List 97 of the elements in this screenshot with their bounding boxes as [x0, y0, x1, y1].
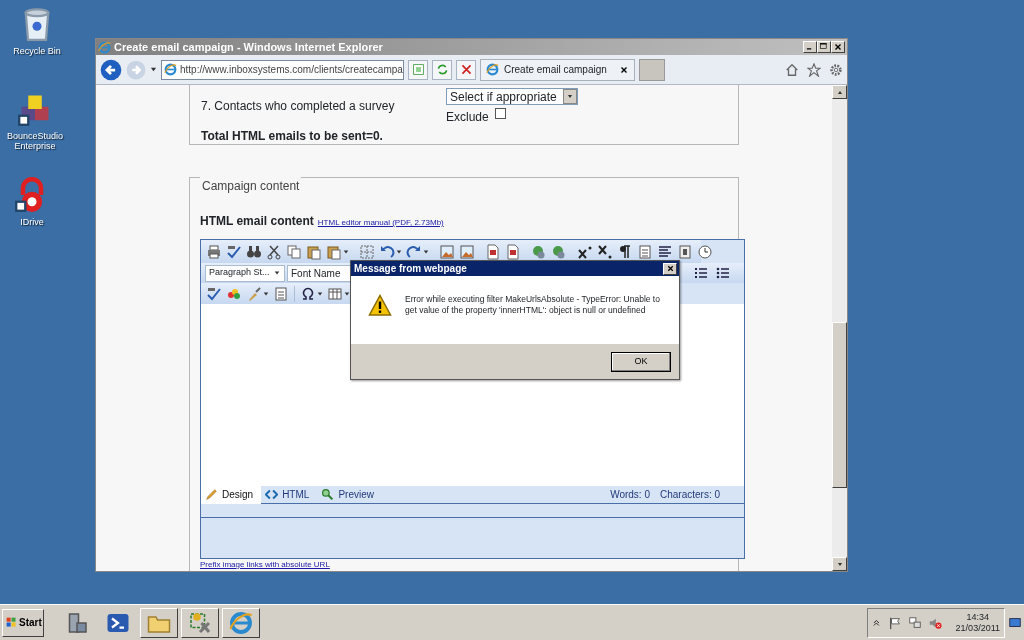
paste-special-icon	[326, 243, 342, 260]
form-button[interactable]	[636, 242, 654, 261]
manual-link[interactable]: HTML editor manual (PDF, 2.73Mb)	[317, 217, 444, 229]
browser-logo-button[interactable]	[222, 607, 260, 638]
bulleted-list-icon	[715, 265, 731, 281]
address-bar[interactable]: http://www.inboxsystems.com/clients/createcampa	[161, 59, 404, 80]
tools-icon	[188, 610, 212, 635]
print-icon	[206, 243, 222, 260]
favorites-icon[interactable]	[807, 62, 821, 77]
close-icon	[833, 42, 843, 52]
address-text: http://www.inboxsystems.com/clients/createcampa	[180, 63, 403, 77]
page-icon	[486, 63, 499, 76]
select-all-button[interactable]	[358, 242, 376, 261]
undo-icon	[379, 243, 395, 260]
minimize-button[interactable]	[803, 41, 817, 53]
table-icon	[327, 285, 343, 302]
spellcheck-icon	[226, 243, 242, 260]
mode-tab[interactable]: HTML	[261, 485, 318, 504]
window-title: Create email campaign - Windows Internet Explorer	[114, 39, 383, 55]
tab-label: Create email campaign	[504, 63, 607, 77]
start-button[interactable]: Start	[2, 608, 44, 637]
date-time-icon	[697, 243, 713, 260]
refresh-icon	[435, 63, 449, 76]
select-value: Select if appropriate	[450, 88, 557, 106]
align-icon	[657, 243, 673, 260]
back-button[interactable]	[100, 58, 122, 81]
scroll-down-icon	[836, 560, 843, 568]
magnifier-icon	[321, 488, 335, 501]
caret-icon[interactable]	[150, 65, 157, 74]
settings-icon[interactable]	[829, 62, 843, 77]
folder-button[interactable]	[140, 607, 178, 638]
character-count: Characters: 0	[659, 488, 720, 502]
find-icon	[246, 243, 262, 260]
browser-logo-icon	[229, 610, 253, 635]
caret-icon	[567, 93, 573, 100]
page-icon	[164, 63, 177, 76]
show-desktop-icon[interactable]	[1008, 615, 1022, 630]
dialog-message: Error while executing filter MakeUrlsAbsolute - TypeError: Unable to get value of the property 'innerHTML': object is null or undefined	[405, 294, 661, 317]
paste-text-icon	[273, 285, 289, 302]
total-text: Total HTML emails to be sent=0.	[201, 128, 384, 145]
redo-icon	[406, 243, 422, 260]
pencil-icon	[205, 488, 218, 501]
browser-tab[interactable]: Create email campaign	[480, 58, 635, 81]
close-button[interactable]	[831, 41, 845, 53]
ok-button[interactable]: OK	[611, 351, 671, 372]
maximize-button[interactable]	[817, 41, 831, 53]
refresh-button[interactable]	[432, 59, 452, 80]
home-icon[interactable]	[785, 62, 799, 77]
browser-logo-icon	[98, 40, 111, 54]
special-character-icon	[300, 285, 316, 302]
close-button[interactable]	[663, 262, 677, 275]
compatibility-view-button[interactable]	[408, 59, 428, 80]
section-heading: HTML email content	[200, 213, 314, 230]
format-painter-icon	[246, 285, 262, 302]
paste-text-button[interactable]	[272, 284, 290, 303]
select-all-icon	[359, 243, 375, 260]
select-dropdown[interactable]: Select if appropriate	[446, 88, 578, 105]
network-icon[interactable]	[907, 615, 922, 630]
scroll-thumb[interactable]	[832, 322, 847, 488]
flag-icon[interactable]	[887, 615, 902, 630]
cut-icon	[266, 243, 282, 260]
checkbox-label: Exclude	[446, 109, 489, 126]
desktop-icon-label[interactable]: BounceStudio Enterprise	[3, 131, 67, 152]
subscript-icon	[597, 243, 613, 260]
close-icon	[665, 264, 675, 273]
prefix-link[interactable]: Prefix image links with absolute URL	[200, 559, 738, 571]
maximize-icon	[819, 42, 829, 52]
scrollbar[interactable]	[832, 85, 847, 571]
image-button[interactable]	[438, 242, 456, 261]
paragraph-icon	[617, 243, 633, 260]
paste-icon	[306, 243, 322, 260]
windows-logo-icon	[5, 616, 18, 629]
checkbox[interactable]	[494, 108, 506, 119]
stop-icon	[459, 63, 473, 76]
numbered-list-icon	[693, 265, 709, 281]
clock-date[interactable]: 21/03/2011	[955, 622, 1000, 634]
stop-button[interactable]	[456, 59, 476, 80]
print-button[interactable]	[205, 242, 223, 261]
dropdown-value: Paragraph St...	[209, 266, 270, 280]
style-dropdown[interactable]: Paragraph St...	[205, 264, 285, 282]
date-time-button[interactable]	[696, 242, 714, 261]
copy-icon	[286, 243, 302, 260]
tools-button[interactable]	[181, 607, 219, 638]
close-tab-icon[interactable]	[619, 64, 629, 75]
clock-time[interactable]: 14:34	[966, 611, 990, 623]
caret-icon	[273, 269, 280, 277]
desktop-icon-label[interactable]: Recycle Bin	[13, 46, 61, 57]
warning-icon	[367, 294, 393, 318]
image-map-button[interactable]	[458, 242, 476, 261]
desktop-icon-label[interactable]: IDrive	[20, 217, 44, 228]
dropdown-value: Font Name	[291, 266, 341, 281]
page-icon	[411, 63, 425, 76]
word-count: Words: 0	[610, 488, 650, 502]
fieldset-legend: Campaign content	[200, 177, 302, 195]
mode-tab[interactable]: Preview	[317, 485, 382, 504]
field-label: 7. Contacts who completed a survey	[201, 98, 396, 115]
code-icon	[265, 488, 279, 501]
